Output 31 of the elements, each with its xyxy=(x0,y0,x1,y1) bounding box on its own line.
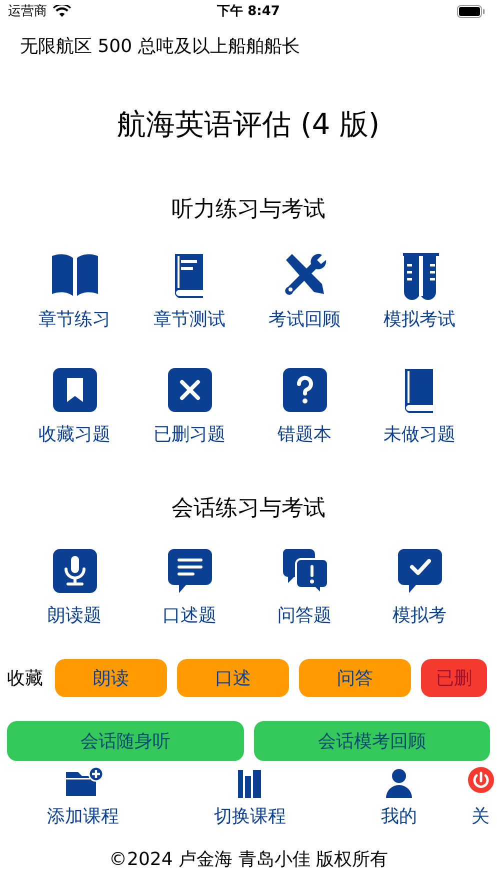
menu-label[interactable]: 未做习题 xyxy=(384,422,456,448)
section-heading: 会话练习与考试 xyxy=(170,495,326,523)
battery-icon xyxy=(457,4,485,18)
favorites-button[interactable]: 口述 xyxy=(177,659,289,697)
menu-label[interactable]: 收藏习题 xyxy=(38,422,110,448)
nav-label[interactable]: 关 xyxy=(472,804,490,830)
conversation-button[interactable]: 会话随身听 xyxy=(7,721,244,761)
menu-label[interactable]: 模拟考 xyxy=(392,603,446,629)
nav-label[interactable]: 切换课程 xyxy=(214,804,286,830)
carrier-name: 运营商 xyxy=(8,3,47,20)
copyright-text: ©2024 卢金海 青岛小佳 版权所有 xyxy=(108,848,389,872)
app-title: 航海英语评估 (4 版) xyxy=(116,106,381,143)
menu-label[interactable]: 朗读题 xyxy=(48,603,102,629)
menu-label[interactable]: 考试回顾 xyxy=(268,307,340,333)
menu-label[interactable]: 口述题 xyxy=(162,603,216,629)
menu-label[interactable]: 章节练习 xyxy=(38,307,110,333)
favorites-label: 收藏 xyxy=(7,667,43,690)
menu-label[interactable]: 错题本 xyxy=(278,422,332,448)
nav-label[interactable]: 添加课程 xyxy=(47,804,119,830)
favorites-button[interactable]: 朗读 xyxy=(55,659,167,697)
menu-label[interactable]: 已删习题 xyxy=(154,422,226,448)
menu-label[interactable]: 问答题 xyxy=(278,603,332,629)
section-heading: 听力练习与考试 xyxy=(170,196,326,224)
course-name: 无限航区 500 总吨及以上船舶船长 xyxy=(20,35,301,59)
clock-time: 下午 8:47 xyxy=(217,3,280,20)
menu-label[interactable]: 模拟考试 xyxy=(384,307,456,333)
favorites-button[interactable]: 问答 xyxy=(299,659,411,697)
conversation-button[interactable]: 会话模考回顾 xyxy=(254,721,490,761)
nav-label[interactable]: 我的 xyxy=(381,804,417,830)
wifi-icon xyxy=(53,4,71,18)
menu-label[interactable]: 章节测试 xyxy=(154,307,226,333)
